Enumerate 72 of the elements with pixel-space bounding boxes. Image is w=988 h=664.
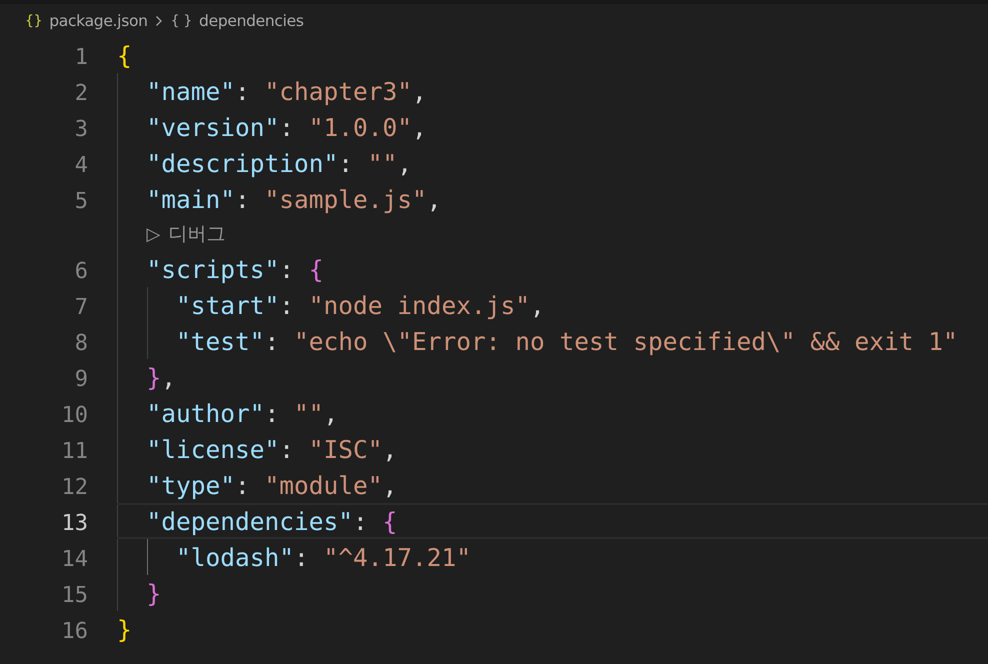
- code-token: "scripts": [146, 254, 280, 284]
- line-number: 9: [74, 366, 88, 392]
- code-token: "": [294, 398, 324, 428]
- code-token: :: [235, 184, 251, 214]
- code-token: :: [264, 326, 280, 356]
- line-number: 14: [62, 546, 88, 572]
- line-number: 10: [62, 402, 88, 428]
- code-token: :: [279, 290, 296, 320]
- code-token: "ISC": [308, 434, 383, 464]
- code-token: "^4.17.21": [324, 542, 472, 572]
- code-token: {: [308, 254, 324, 284]
- code-token: }: [146, 578, 162, 608]
- code-token: "name": [146, 76, 236, 106]
- code-token: ,: [382, 434, 398, 464]
- code-token: "main": [146, 184, 236, 214]
- code-token: "author": [146, 398, 265, 428]
- code-token: "chapter3": [264, 76, 412, 106]
- line-number: 5: [74, 188, 88, 214]
- code-token: "license": [146, 434, 280, 464]
- code-token: {: [117, 40, 132, 70]
- code-token: ,: [161, 362, 176, 392]
- code-token: ,: [397, 148, 412, 178]
- code-token: ,: [426, 184, 442, 214]
- code-token: "dependencies": [146, 506, 354, 536]
- code-token: }: [146, 362, 162, 392]
- line-number: 12: [62, 474, 88, 500]
- code-token: "node index.js": [308, 290, 530, 320]
- code-token: ,: [412, 112, 427, 142]
- code-token: ,: [412, 76, 427, 106]
- code-token: "version": [146, 112, 280, 142]
- line-number: 7: [74, 294, 88, 320]
- code-token: "echo \"Error: no test specified\" && exit 1": [294, 326, 958, 356]
- line-number: 15: [62, 582, 88, 608]
- line-number: 16: [62, 618, 88, 644]
- line-number: 3: [74, 116, 88, 142]
- code-token: :: [279, 434, 296, 464]
- code-token: "sample.js": [264, 184, 427, 214]
- code-token: }: [117, 614, 132, 644]
- chevron-icon: [154, 14, 163, 26]
- code-token: :: [294, 542, 310, 572]
- line-number: 4: [74, 152, 88, 178]
- line-number: 8: [74, 330, 88, 356]
- code-token: "description": [146, 148, 338, 178]
- code-token: :: [264, 398, 280, 428]
- braces-icon: {}: [25, 12, 42, 28]
- line-number: 11: [62, 438, 88, 464]
- code-token: "type": [146, 470, 236, 500]
- breadcrumb-item[interactable]: package.json: [49, 12, 148, 30]
- code-token: :: [353, 506, 369, 536]
- code-token: ,: [530, 290, 545, 320]
- code-token: :: [235, 76, 251, 106]
- code-token: {: [382, 506, 398, 536]
- code-token: :: [338, 148, 354, 178]
- line-number: 2: [74, 80, 88, 106]
- code-token: :: [235, 470, 251, 500]
- code-token: "1.0.0": [308, 112, 412, 142]
- breadcrumb-item[interactable]: dependencies: [199, 12, 304, 30]
- code-token: :: [279, 112, 296, 142]
- code-token: :: [279, 254, 296, 284]
- debug-label[interactable]: 디버그: [168, 221, 226, 247]
- code-token: "start": [176, 290, 280, 320]
- code-token: "module": [264, 470, 383, 500]
- code-token: "lodash": [176, 542, 294, 572]
- code-token: ,: [324, 398, 338, 428]
- code-token: ,: [382, 470, 398, 500]
- code-token: "test": [176, 326, 265, 356]
- line-number: 1: [74, 44, 88, 70]
- line-number: 13: [62, 510, 88, 536]
- play-icon: ▷: [146, 224, 160, 244]
- code-token: "": [368, 148, 398, 178]
- braces-icon: { }: [170, 12, 192, 28]
- line-number: 6: [74, 258, 88, 284]
